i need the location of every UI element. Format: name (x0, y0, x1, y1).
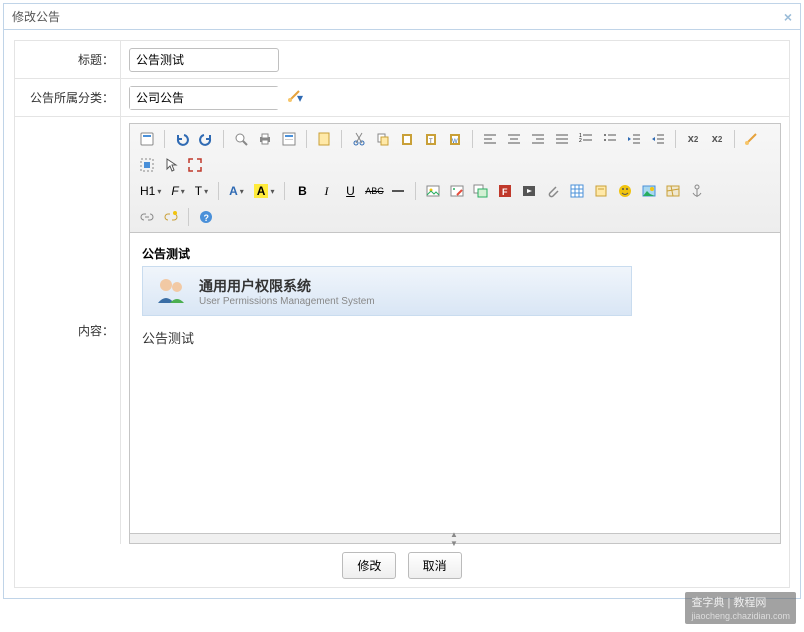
subscript-icon[interactable]: x2 (682, 128, 704, 150)
italic-icon[interactable]: I (315, 180, 337, 202)
editor-content-area[interactable]: 公告测试 通用用户权限系统 User Permissions Managemen… (130, 233, 780, 533)
banner-title: 通用用户权限系统 (199, 276, 375, 296)
cancel-button[interactable]: 取消 (408, 552, 462, 579)
svg-text:W: W (452, 139, 458, 145)
strike-icon[interactable]: ABC (363, 180, 385, 202)
flash-icon[interactable]: F (494, 180, 516, 202)
svg-text:2: 2 (579, 138, 582, 144)
more-icon[interactable] (590, 180, 612, 202)
title-input[interactable] (129, 48, 279, 72)
redo-icon[interactable] (195, 128, 217, 150)
clear-format-icon[interactable] (741, 128, 763, 150)
resize-handle[interactable]: ▲▼ (130, 533, 780, 543)
emoji-icon[interactable] (614, 180, 636, 202)
category-input[interactable] (130, 87, 297, 109)
align-center-icon[interactable] (503, 128, 525, 150)
fullscreen-icon[interactable] (184, 154, 206, 176)
multi-image-icon[interactable] (470, 180, 492, 202)
dialog-title: 修改公告 (12, 8, 60, 25)
align-right-icon[interactable] (527, 128, 549, 150)
banner-avatar-icon (153, 273, 189, 309)
table-icon[interactable] (566, 180, 588, 202)
indent-icon[interactable] (647, 128, 669, 150)
bold-icon[interactable]: B (291, 180, 313, 202)
close-icon[interactable]: × (784, 9, 792, 25)
font-size-dropdown[interactable]: T▾ (191, 182, 212, 200)
ordered-list-icon[interactable]: 12 (575, 128, 597, 150)
print-icon[interactable] (254, 128, 276, 150)
copy-icon[interactable] (372, 128, 394, 150)
map-icon[interactable] (662, 180, 684, 202)
banner-subtitle: User Permissions Management System (199, 296, 375, 307)
align-justify-icon[interactable] (551, 128, 573, 150)
media-icon[interactable] (518, 180, 540, 202)
content-heading: 公告测试 (142, 245, 768, 262)
svg-text:?: ? (204, 213, 210, 223)
hr-icon[interactable] (387, 180, 409, 202)
source-icon[interactable] (136, 128, 158, 150)
dialog-footer: 修改 取消 (14, 544, 790, 588)
cursor-icon[interactable] (160, 154, 182, 176)
paste-word-icon[interactable]: W (444, 128, 466, 150)
paste-icon[interactable] (396, 128, 418, 150)
highlight-dropdown[interactable]: A▾ (250, 182, 279, 200)
clear-icon[interactable] (287, 88, 303, 107)
banner: 通用用户权限系统 User Permissions Management Sys… (142, 266, 632, 316)
select-all-icon[interactable] (136, 154, 158, 176)
image-edit-icon[interactable] (446, 180, 468, 202)
cut-icon[interactable] (348, 128, 370, 150)
content-body: 公告测试 (142, 328, 768, 347)
attach-icon[interactable] (542, 180, 564, 202)
newpage-icon[interactable] (313, 128, 335, 150)
heading-dropdown[interactable]: H1▾ (136, 182, 165, 200)
submit-button[interactable]: 修改 (342, 552, 396, 579)
editor-toolbar: T W 12 x2 x2 (130, 124, 780, 233)
category-combo[interactable]: ▾ (129, 86, 279, 110)
align-left-icon[interactable] (479, 128, 501, 150)
category-label: 公告所属分类： (15, 79, 121, 116)
rich-text-editor: T W 12 x2 x2 (129, 123, 781, 544)
help-icon[interactable]: ? (195, 206, 217, 228)
font-color-dropdown[interactable]: A▾ (225, 182, 248, 200)
image-icon[interactable] (422, 180, 444, 202)
dialog-header: 修改公告 × (4, 4, 800, 30)
picture-icon[interactable] (638, 180, 660, 202)
svg-text:F: F (502, 187, 508, 197)
underline-icon[interactable]: U (339, 180, 361, 202)
font-family-dropdown[interactable]: F▾ (167, 182, 188, 200)
outdent-icon[interactable] (623, 128, 645, 150)
unordered-list-icon[interactable] (599, 128, 621, 150)
svg-text:T: T (429, 139, 433, 145)
watermark: 查字典 | 教程网 jiaocheng.chazidian.com (685, 592, 796, 624)
link-style-icon[interactable] (160, 206, 182, 228)
content-label: 内容： (15, 117, 121, 544)
title-label: 标题： (15, 41, 121, 78)
template-icon[interactable] (278, 128, 300, 150)
undo-icon[interactable] (171, 128, 193, 150)
preview-icon[interactable] (230, 128, 252, 150)
paste-text-icon[interactable]: T (420, 128, 442, 150)
anchor-icon[interactable] (686, 180, 708, 202)
link-icon[interactable] (136, 206, 158, 228)
superscript-icon[interactable]: x2 (706, 128, 728, 150)
